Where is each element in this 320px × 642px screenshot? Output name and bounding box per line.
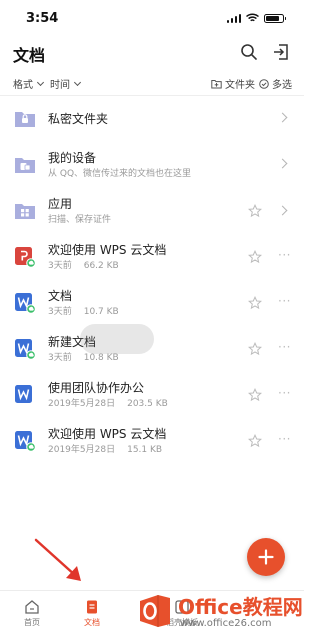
import-button[interactable] <box>270 41 292 63</box>
tab-label: 首页 <box>24 618 40 627</box>
folder-lock-icon <box>15 112 35 127</box>
list-item[interactable]: 文档 3天前 10.7 KB ··· <box>0 280 304 326</box>
item-title: 私密文件夹 <box>48 112 109 126</box>
item-subtitle: 从 QQ、微信传过来的文档也在这里 <box>48 169 192 179</box>
more-icon[interactable]: ··· <box>278 432 291 446</box>
item-time: 2019年5月28日 <box>48 399 116 409</box>
more-icon[interactable]: ··· <box>278 386 291 400</box>
item-time: 3天前 <box>48 307 72 317</box>
more-icon[interactable]: ··· <box>278 248 291 262</box>
item-title: 应用 <box>48 197 73 211</box>
word-file-icon <box>15 293 36 314</box>
status-icons <box>226 13 286 23</box>
plus-icon <box>258 549 274 565</box>
item-size: 203.5 KB <box>127 399 168 409</box>
item-title: 欢迎使用 WPS 云文档 <box>48 427 167 441</box>
item-time: 2019年5月28日 <box>48 445 116 455</box>
item-size: 66.2 KB <box>83 261 119 271</box>
filter-bar: 格式 时间 文件夹 多选 <box>0 72 304 94</box>
pdf-file-icon <box>15 247 36 268</box>
list-item[interactable]: 欢迎使用 WPS 云文档 3天前 66.2 KB ··· <box>0 234 304 280</box>
list-item[interactable]: 欢迎使用 WPS 云文档 2019年5月28日 15.1 KB ··· <box>0 418 304 464</box>
toast-overlay <box>80 324 154 354</box>
status-time: 3:54 <box>26 10 59 26</box>
item-meta: 2019年5月28日 203.5 KB <box>48 396 168 409</box>
star-icon[interactable] <box>248 342 262 356</box>
item-title: 我的设备 <box>48 151 97 165</box>
item-size: 10.8 KB <box>83 353 119 363</box>
add-button[interactable] <box>247 538 285 576</box>
wifi-icon <box>246 13 259 22</box>
item-title: 欢迎使用 WPS 云文档 <box>48 243 167 257</box>
item-time: 3天前 <box>48 353 72 363</box>
battery-icon <box>264 13 286 23</box>
page-title: 文档 <box>13 46 46 65</box>
tab-label: 文档 <box>84 618 100 627</box>
multiselect-button[interactable]: 多选 <box>259 76 292 91</box>
import-icon <box>274 44 288 60</box>
more-icon[interactable]: ··· <box>278 294 291 308</box>
time-filter-label: 时间 <box>50 80 70 91</box>
item-title: 文档 <box>48 289 73 303</box>
chevron-right-icon[interactable] <box>277 205 288 216</box>
folder-apps-icon <box>15 204 35 219</box>
item-size: 10.7 KB <box>83 307 119 317</box>
chevron-down-icon <box>36 78 45 86</box>
tab-documents[interactable]: 文档 <box>72 599 112 628</box>
item-title: 使用团队协作办公 <box>48 381 145 395</box>
list-item[interactable]: 应用 扫描、保存证件 <box>0 188 304 234</box>
chevron-down-icon <box>73 78 82 86</box>
signal-icon <box>226 13 241 23</box>
word-file-icon <box>15 385 32 403</box>
star-icon[interactable] <box>248 204 262 218</box>
star-icon[interactable] <box>248 388 262 402</box>
item-time: 3天前 <box>48 261 72 271</box>
watermark-url: www.office26.com <box>180 618 272 629</box>
item-subtitle: 扫描、保存证件 <box>48 215 112 225</box>
list-item[interactable]: 使用团队协作办公 2019年5月28日 203.5 KB ··· <box>0 372 304 418</box>
folder-device-icon <box>15 158 35 173</box>
watermark-title: Office教程网 <box>178 595 303 619</box>
status-bar: 3:54 <box>0 0 304 36</box>
list-item[interactable]: 我的设备 从 QQ、微信传过来的文档也在这里 <box>0 142 304 188</box>
star-icon[interactable] <box>248 296 262 310</box>
folder-add-icon <box>211 79 222 88</box>
office-logo-icon <box>140 595 170 627</box>
chevron-right-icon[interactable] <box>277 112 288 123</box>
item-size: 15.1 KB <box>127 445 163 455</box>
item-meta: 2019年5月28日 15.1 KB <box>48 442 162 455</box>
new-folder-label: 文件夹 <box>225 80 255 91</box>
tab-home[interactable]: 首页 <box>12 599 52 628</box>
annotation-arrow-icon <box>34 538 81 581</box>
new-folder-button[interactable]: 文件夹 <box>211 76 255 91</box>
item-meta: 3天前 10.7 KB <box>48 304 119 317</box>
chevron-right-icon[interactable] <box>277 158 288 169</box>
multiselect-label: 多选 <box>272 80 292 91</box>
word-file-icon <box>15 339 36 360</box>
list-item[interactable]: 私密文件夹 <box>0 96 304 142</box>
time-filter[interactable]: 时间 <box>50 76 82 91</box>
more-icon[interactable]: ··· <box>278 340 291 354</box>
star-icon[interactable] <box>248 434 262 448</box>
format-filter-label: 格式 <box>13 80 33 91</box>
search-button[interactable] <box>238 41 260 63</box>
search-icon <box>241 44 257 60</box>
header: 文档 <box>0 36 304 70</box>
item-meta: 3天前 66.2 KB <box>48 258 119 271</box>
watermark: Office教程网 www.office26.com <box>136 586 304 642</box>
document-icon <box>87 600 97 614</box>
check-circle-icon <box>259 78 269 89</box>
home-icon <box>25 600 39 614</box>
word-file-icon <box>15 431 36 452</box>
format-filter[interactable]: 格式 <box>13 76 45 91</box>
star-icon[interactable] <box>248 250 262 264</box>
